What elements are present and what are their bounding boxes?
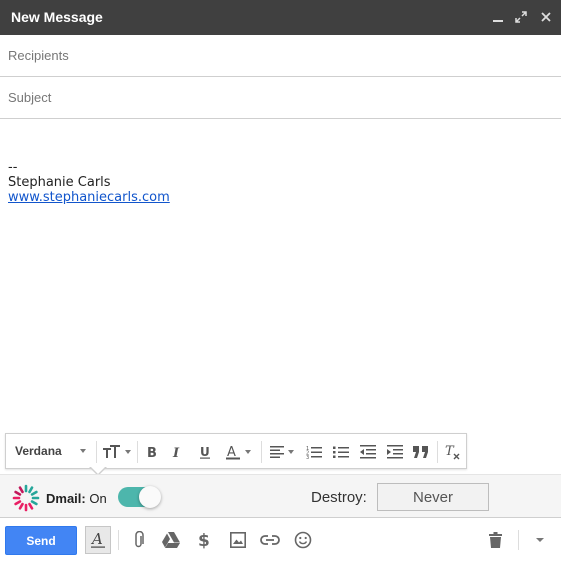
bulleted-list-icon[interactable] [330,442,352,462]
bold-icon[interactable]: B [142,442,162,462]
dmail-status: Dmail: On [46,491,107,506]
compose-title-bar[interactable]: New Message [0,0,561,35]
window-title: New Message [11,9,103,25]
send-button[interactable]: Send [5,526,77,555]
numbered-list-icon[interactable]: 1 2 3 [303,442,325,462]
pop-out-icon[interactable] [512,8,530,26]
svg-text:T: T [445,444,455,459]
font-family-value: Verdana [15,444,62,458]
money-icon[interactable]: $ [194,528,214,552]
minimize-icon[interactable] [489,8,507,26]
close-icon[interactable] [537,8,555,26]
indent-less-icon[interactable] [357,442,379,462]
dmail-logo-icon [12,484,40,512]
svg-text:A: A [90,531,103,548]
remove-formatting-icon[interactable]: T [442,442,464,462]
recipients-row [0,35,561,77]
more-options-icon[interactable] [533,528,547,552]
drive-icon[interactable] [161,528,181,552]
subject-input[interactable] [8,77,553,118]
indent-more-icon[interactable] [384,442,406,462]
trash-icon[interactable] [486,528,504,552]
signature-separator: -- [8,160,18,175]
compose-bottom-bar: Send A $ [0,519,561,561]
svg-text:I: I [172,446,180,459]
dmail-bar: Dmail: On Destroy: Never [0,474,561,518]
svg-text:3: 3 [306,455,309,459]
font-size-icon[interactable] [102,442,132,462]
dmail-toggle[interactable] [118,486,161,508]
signature-name: Stephanie Carls [8,175,111,190]
dmail-toggle-knob [139,486,161,508]
destroy-select[interactable]: Never [377,483,489,511]
emoji-icon[interactable] [293,528,313,552]
toolbar-pointer-fill [90,466,106,474]
svg-text:B: B [147,446,157,459]
signature-link[interactable]: www.stephaniecarls.com [8,190,170,205]
link-icon[interactable] [259,528,281,552]
svg-text:U: U [200,445,210,459]
message-body[interactable]: -- Stephanie Carls www.stephaniecarls.co… [8,160,553,205]
quote-icon[interactable] [410,442,432,462]
align-icon[interactable] [266,442,298,462]
attach-icon[interactable] [130,528,148,552]
dmail-label: Dmail: [46,491,86,506]
svg-text:$: $ [198,531,210,549]
formatting-icon[interactable]: A [85,526,111,554]
dmail-state: On [89,491,107,506]
formatting-toolbar: Verdana B I U A 1 2 3 T [5,433,467,469]
font-family-select[interactable]: Verdana [15,444,86,458]
subject-row [0,77,561,119]
photo-icon[interactable] [228,528,248,552]
destroy-label: Destroy: [311,489,367,506]
italic-icon[interactable]: I [168,442,188,462]
underline-icon[interactable]: U [195,442,215,462]
recipients-input[interactable] [8,35,553,76]
text-color-icon[interactable]: A [221,442,255,462]
